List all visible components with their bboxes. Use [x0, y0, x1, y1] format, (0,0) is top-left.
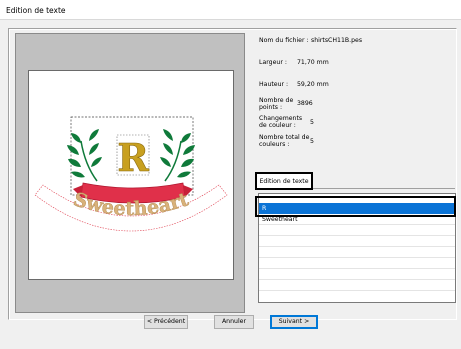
tab-text-edit[interactable]: Edition de texte: [255, 172, 313, 190]
empty-list-row: [259, 258, 455, 269]
list-item[interactable]: R: [259, 203, 455, 214]
laurel-right: [160, 129, 195, 182]
total-colors-value: 5: [310, 138, 314, 145]
width-label: Largeur :: [259, 59, 287, 66]
back-button[interactable]: < Précédent: [144, 315, 188, 329]
embroidery-design: R Sweetheart: [34, 116, 228, 232]
design-preview: R Sweetheart: [28, 70, 234, 280]
color-changes-label-line1: Changements: [259, 115, 303, 122]
width-value: 71,70 mm: [297, 59, 329, 66]
empty-list-row: [259, 269, 455, 280]
total-colors-label-line1: Nombre total de: [259, 134, 310, 141]
text-object-list[interactable]: R Sweetheart: [258, 193, 456, 303]
color-changes-value: 5: [310, 119, 314, 126]
cancel-button[interactable]: Annuler: [214, 315, 254, 329]
empty-list-row: [259, 236, 455, 247]
points-label-line1: Nombre de: [259, 97, 294, 104]
total-colors-label-line2: couleurs :: [259, 141, 290, 148]
next-button[interactable]: Suivant >: [270, 315, 318, 329]
dialog-body: R Sweetheart Nom du fichier : shirtsCH11…: [0, 20, 461, 349]
height-value: 59,20 mm: [297, 81, 329, 88]
empty-list-row: [259, 225, 455, 236]
filename-label: Nom du fichier :: [259, 37, 309, 44]
tab-divider: [313, 188, 455, 189]
points-value: 3896: [297, 100, 313, 107]
filename-value: shirtsCH11B.pes: [311, 37, 363, 44]
monogram-letter: R: [117, 135, 149, 180]
window-title: Edition de texte: [0, 0, 461, 20]
list-item[interactable]: Sweetheart: [259, 214, 455, 225]
empty-list-row: [259, 280, 455, 291]
preview-panel: R Sweetheart: [15, 33, 245, 313]
color-changes-label-line2: de couleur :: [259, 122, 296, 129]
empty-list-row: [259, 247, 455, 258]
points-label-line2: points :: [259, 104, 283, 111]
height-label: Hauteur :: [259, 81, 289, 88]
laurel-left: [67, 129, 102, 182]
